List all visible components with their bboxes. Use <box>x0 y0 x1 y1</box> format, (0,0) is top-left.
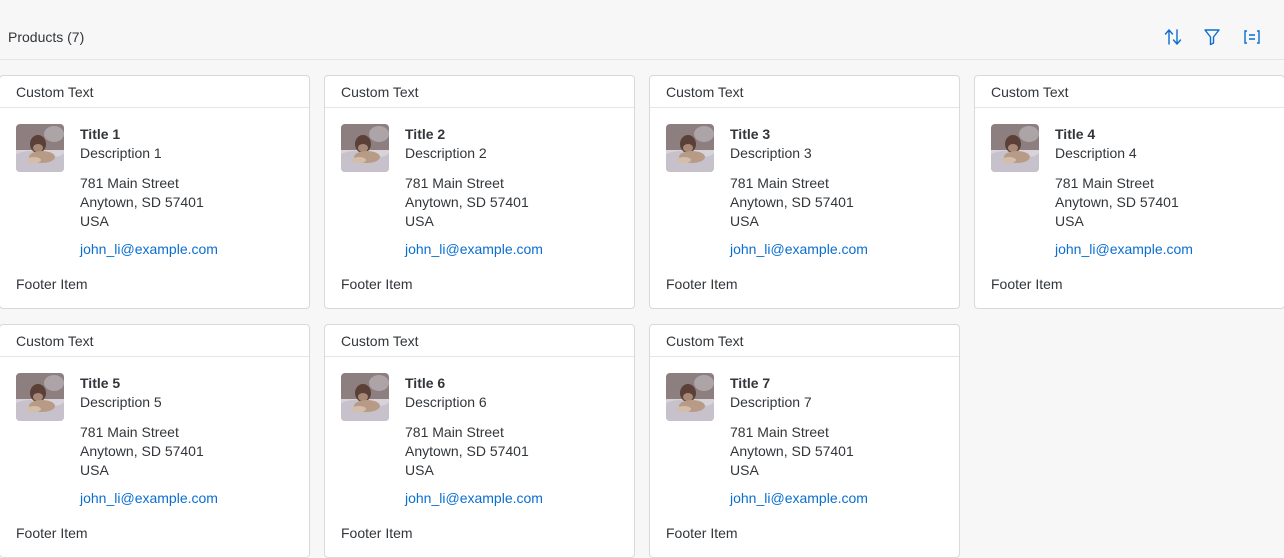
card-title: Title 5 <box>80 375 121 391</box>
card-title: Title 2 <box>405 126 446 142</box>
product-thumbnail <box>666 124 714 172</box>
card-description: Description 7 <box>730 394 812 410</box>
email-link[interactable]: john_li@example.com <box>80 241 218 257</box>
address-line-2: Anytown, SD 57401 <box>730 443 854 459</box>
address-line-3: USA <box>730 213 759 229</box>
address-line-2: Anytown, SD 57401 <box>405 443 529 459</box>
address-line-1: 781 Main Street <box>730 175 829 191</box>
product-thumbnail <box>991 124 1039 172</box>
card-description: Description 2 <box>405 145 487 161</box>
group-icon <box>1244 30 1260 44</box>
product-card[interactable]: Custom Text Title 6 Description 6 781 Ma… <box>324 324 635 558</box>
card-header: Custom Text <box>650 325 959 357</box>
card-address: 781 Main Street Anytown, SD 57401 USA <box>1055 174 1179 231</box>
address-line-3: USA <box>1055 213 1084 229</box>
card-description: Description 1 <box>80 145 162 161</box>
email-link[interactable]: john_li@example.com <box>730 241 868 257</box>
card-header: Custom Text <box>975 76 1284 108</box>
address-line-1: 781 Main Street <box>405 424 504 440</box>
card-footer: Footer Item <box>16 525 88 541</box>
address-line-3: USA <box>80 213 109 229</box>
card-title: Title 6 <box>405 375 446 391</box>
card-footer: Footer Item <box>666 276 738 292</box>
card-header: Custom Text <box>0 325 309 357</box>
email-link[interactable]: john_li@example.com <box>1055 241 1193 257</box>
card-header: Custom Text <box>325 76 634 108</box>
address-line-2: Anytown, SD 57401 <box>80 194 204 210</box>
address-line-1: 781 Main Street <box>730 424 829 440</box>
card-footer: Footer Item <box>991 276 1063 292</box>
product-card[interactable]: Custom Text Title 1 Description 1 781 Ma… <box>0 75 310 309</box>
card-footer: Footer Item <box>16 276 88 292</box>
address-line-3: USA <box>730 462 759 478</box>
card-title: Title 3 <box>730 126 771 142</box>
card-address: 781 Main Street Anytown, SD 57401 USA <box>730 423 854 480</box>
card-title: Title 4 <box>1055 126 1096 142</box>
product-thumbnail <box>341 124 389 172</box>
product-card[interactable]: Custom Text Title 3 Description 3 781 Ma… <box>649 75 960 309</box>
card-footer: Footer Item <box>666 525 738 541</box>
toolbar: Products (7) <box>0 0 1284 60</box>
card-address: 781 Main Street Anytown, SD 57401 USA <box>405 174 529 231</box>
filter-icon <box>1204 29 1220 46</box>
address-line-2: Anytown, SD 57401 <box>80 443 204 459</box>
group-button[interactable] <box>1239 24 1265 50</box>
product-card[interactable]: Custom Text Title 4 Description 4 781 Ma… <box>974 75 1284 309</box>
card-address: 781 Main Street Anytown, SD 57401 USA <box>405 423 529 480</box>
address-line-1: 781 Main Street <box>80 424 179 440</box>
card-description: Description 6 <box>405 394 487 410</box>
card-header: Custom Text <box>0 76 309 108</box>
card-address: 781 Main Street Anytown, SD 57401 USA <box>80 423 204 480</box>
product-card[interactable]: Custom Text Title 5 Description 5 781 Ma… <box>0 324 310 558</box>
card-header: Custom Text <box>650 76 959 108</box>
page-title: Products (7) <box>8 29 85 45</box>
product-card[interactable]: Custom Text Title 7 Description 7 781 Ma… <box>649 324 960 558</box>
sort-icon <box>1164 29 1182 45</box>
card-title: Title 7 <box>730 375 771 391</box>
product-thumbnail <box>16 373 64 421</box>
card-address: 781 Main Street Anytown, SD 57401 USA <box>80 174 204 231</box>
address-line-2: Anytown, SD 57401 <box>1055 194 1179 210</box>
card-description: Description 3 <box>730 145 812 161</box>
card-footer: Footer Item <box>341 525 413 541</box>
card-footer: Footer Item <box>341 276 413 292</box>
card-address: 781 Main Street Anytown, SD 57401 USA <box>730 174 854 231</box>
email-link[interactable]: john_li@example.com <box>730 490 868 506</box>
product-thumbnail <box>666 373 714 421</box>
email-link[interactable]: john_li@example.com <box>80 490 218 506</box>
address-line-1: 781 Main Street <box>405 175 504 191</box>
address-line-1: 781 Main Street <box>1055 175 1154 191</box>
product-thumbnail <box>341 373 389 421</box>
address-line-3: USA <box>80 462 109 478</box>
address-line-2: Anytown, SD 57401 <box>730 194 854 210</box>
email-link[interactable]: john_li@example.com <box>405 241 543 257</box>
sort-button[interactable] <box>1160 24 1186 50</box>
product-card[interactable]: Custom Text Title 2 Description 2 781 Ma… <box>324 75 635 309</box>
address-line-3: USA <box>405 462 434 478</box>
address-line-3: USA <box>405 213 434 229</box>
product-thumbnail <box>16 124 64 172</box>
card-description: Description 4 <box>1055 145 1137 161</box>
card-description: Description 5 <box>80 394 162 410</box>
address-line-2: Anytown, SD 57401 <box>405 194 529 210</box>
address-line-1: 781 Main Street <box>80 175 179 191</box>
filter-button[interactable] <box>1199 24 1225 50</box>
card-header: Custom Text <box>325 325 634 357</box>
email-link[interactable]: john_li@example.com <box>405 490 543 506</box>
card-title: Title 1 <box>80 126 121 142</box>
